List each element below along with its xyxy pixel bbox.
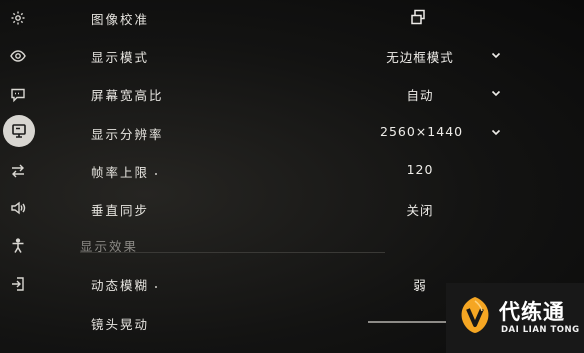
chat-icon[interactable] xyxy=(4,81,32,109)
gear-icon[interactable] xyxy=(4,4,32,32)
monitor-icon[interactable] xyxy=(3,115,35,147)
aspect-ratio-row[interactable]: 屏幕宽高比 自动 xyxy=(80,78,520,108)
aspect-ratio-label: 屏幕宽高比 xyxy=(91,88,164,103)
exit-icon[interactable] xyxy=(4,270,32,298)
info-dot-icon xyxy=(155,172,158,175)
sidebar xyxy=(0,0,38,353)
display-mode-value[interactable]: 无边框模式 xyxy=(380,47,460,66)
chevron-down-icon[interactable] xyxy=(490,126,502,138)
motion-blur-label: 动态模糊 xyxy=(91,275,158,294)
watermark-name-cn: 代练通 xyxy=(499,300,565,324)
camera-shake-label: 镜头晃动 xyxy=(91,317,150,332)
calibration-window-icon[interactable] xyxy=(410,9,426,25)
vsync-label: 垂直同步 xyxy=(91,203,150,218)
accessibility-icon[interactable] xyxy=(4,232,32,260)
display-mode-label: 显示模式 xyxy=(91,50,150,65)
chevron-down-icon[interactable] xyxy=(490,49,502,61)
watermark-name-en: DAI LIAN TONG xyxy=(501,325,580,335)
dailiantong-logo-icon xyxy=(461,297,489,333)
display-mode-row[interactable]: 显示模式 无边框模式 xyxy=(80,40,520,70)
frame-limit-value[interactable]: 120 xyxy=(380,162,460,177)
eye-icon[interactable] xyxy=(4,42,32,70)
resolution-row[interactable]: 显示分辨率 2560×1440 xyxy=(80,117,520,147)
resolution-label: 显示分辨率 xyxy=(91,127,164,142)
aspect-ratio-value[interactable]: 自动 xyxy=(380,85,460,104)
watermark: 代练通 DAI LIAN TONG xyxy=(446,283,584,353)
chevron-down-icon[interactable] xyxy=(490,87,502,99)
frame-limit-row[interactable]: 帧率上限 120 xyxy=(80,155,520,185)
resolution-value[interactable]: 2560×1440 xyxy=(380,124,462,139)
section-divider xyxy=(80,252,385,253)
info-dot-icon xyxy=(155,285,158,288)
calibration-label: 图像校准 xyxy=(91,12,150,27)
swap-arrows-icon[interactable] xyxy=(4,157,32,185)
speaker-icon[interactable] xyxy=(4,194,32,222)
camera-shake-slider[interactable] xyxy=(368,321,448,323)
vsync-value[interactable]: 关闭 xyxy=(380,200,460,219)
calibration-row[interactable]: 图像校准 xyxy=(80,2,520,32)
vsync-row[interactable]: 垂直同步 关闭 xyxy=(80,193,520,223)
frame-limit-label: 帧率上限 xyxy=(91,162,158,181)
